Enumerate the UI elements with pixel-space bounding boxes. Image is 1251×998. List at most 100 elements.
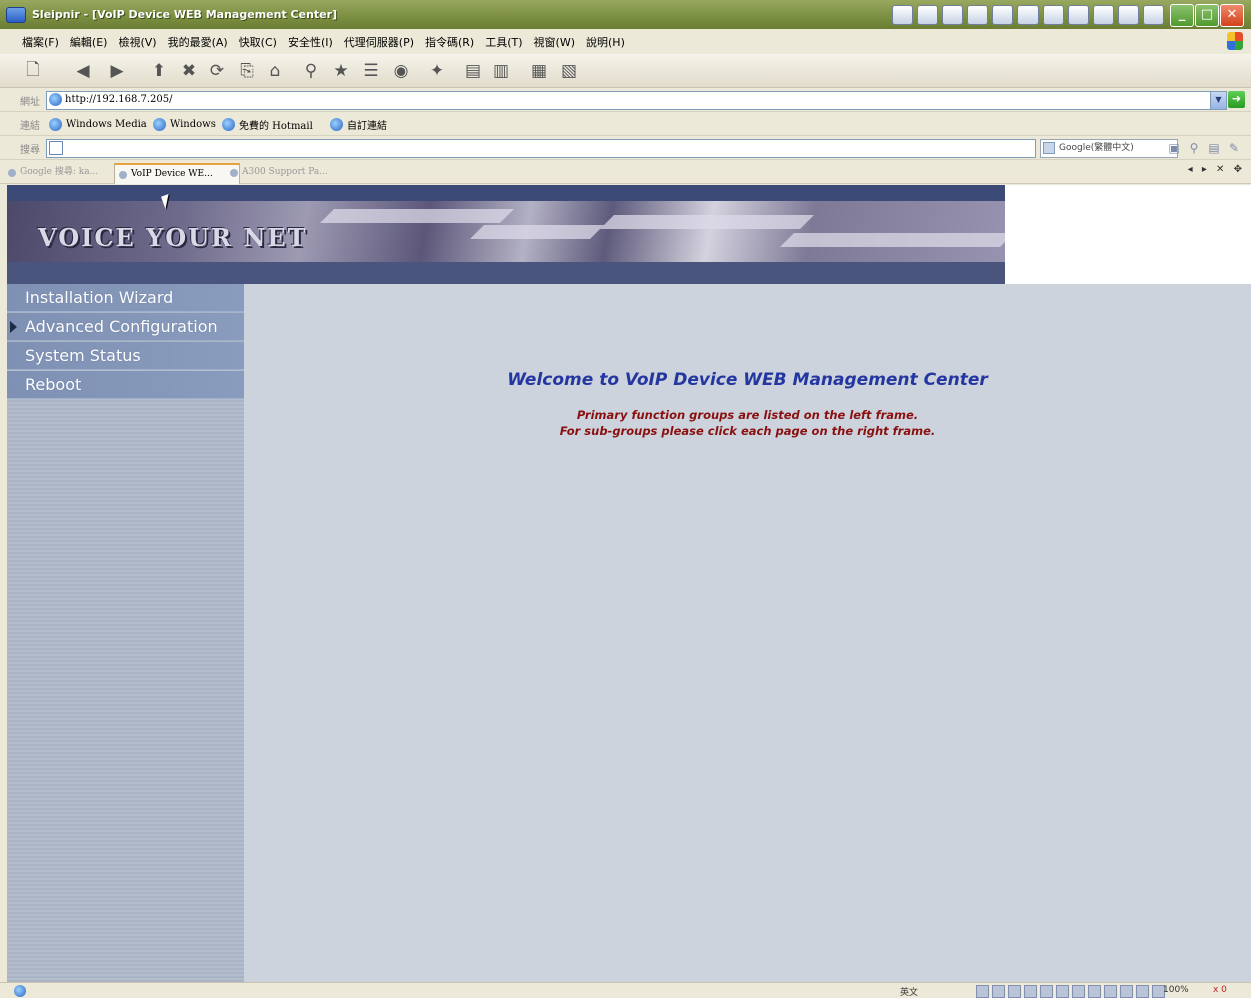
- tab-icon: [230, 169, 238, 177]
- menu-tools[interactable]: 工具(T): [485, 34, 522, 50]
- popup-block-icon[interactable]: ▦: [526, 58, 552, 84]
- tray-icon[interactable]: [967, 5, 989, 25]
- refresh-icon[interactable]: ⟳: [204, 58, 230, 84]
- add-favorite-icon[interactable]: ✦: [424, 58, 450, 84]
- status-tool-icon[interactable]: [1120, 985, 1133, 998]
- search-find-icon[interactable]: ⚲: [1186, 140, 1202, 156]
- tray-icon[interactable]: [992, 5, 1014, 25]
- tray-icon[interactable]: [1117, 5, 1139, 25]
- tray-icon[interactable]: [1042, 5, 1064, 25]
- link-custom[interactable]: 自訂連結: [330, 116, 387, 132]
- welcome-title: Welcome to VoIP Device WEB Management Ce…: [507, 370, 988, 390]
- link-hotmail[interactable]: 免費的 Hotmail: [222, 116, 313, 132]
- page-globe-icon: [49, 93, 62, 106]
- tray-icon[interactable]: [1092, 5, 1114, 25]
- nav-reboot[interactable]: Reboot: [7, 371, 244, 399]
- link-windows[interactable]: Windows: [153, 116, 216, 132]
- new-page-icon[interactable]: 🗋: [20, 58, 46, 84]
- tab-icon: [119, 171, 127, 179]
- back-icon[interactable]: ◀: [70, 58, 96, 84]
- nav-installation-wizard[interactable]: Installation Wizard: [7, 284, 244, 312]
- menu-view[interactable]: 檢視(V): [118, 34, 156, 50]
- status-tool-icon[interactable]: [1024, 985, 1037, 998]
- search-engine-select[interactable]: Google(繁體中文): [1040, 139, 1178, 158]
- up-icon[interactable]: ⬆: [146, 58, 172, 84]
- toolbar: 🗋 ◀ ▶ ⬆ ✖ ⟳ ⎘ ⌂ ⚲ ★ ☰ ◉ ✦ ▤ ▥ ▦ ▧: [0, 54, 1251, 88]
- address-input[interactable]: http://192.168.7.205/: [46, 91, 1216, 110]
- favorites-star-icon[interactable]: ★: [328, 58, 354, 84]
- link-label: 自訂連結: [347, 120, 387, 132]
- status-tool-icon[interactable]: [1056, 985, 1069, 998]
- nav-advanced-configuration[interactable]: Advanced Configuration: [7, 313, 244, 341]
- address-dropdown-icon[interactable]: ▼: [1210, 91, 1227, 110]
- status-tool-icon[interactable]: [1104, 985, 1117, 998]
- history-icon[interactable]: ☰: [358, 58, 384, 84]
- status-tool-icon[interactable]: [992, 985, 1005, 998]
- search-icon[interactable]: ⚲: [298, 58, 324, 84]
- status-errors[interactable]: x 0: [1213, 985, 1227, 995]
- address-label: 網址: [20, 97, 40, 108]
- search-highlight-icon[interactable]: ✎: [1226, 140, 1242, 156]
- search-bar: 搜尋 Google(繁體中文) ▣ ⚲ ▤ ✎: [0, 136, 1251, 160]
- tab-navigation[interactable]: ◂ ▸ ✕ ✥: [1188, 164, 1245, 175]
- status-tool-icon[interactable]: [1008, 985, 1021, 998]
- forward-icon[interactable]: ▶: [104, 58, 130, 84]
- link-label: Windows: [170, 118, 216, 130]
- home-icon[interactable]: ⌂: [262, 58, 288, 84]
- menu-cache[interactable]: 快取(C): [239, 34, 277, 50]
- minimize-button[interactable]: _: [1170, 4, 1194, 27]
- status-tool-icon[interactable]: [1136, 985, 1149, 998]
- banner-logo-text: VOICE YOUR NET: [38, 223, 308, 252]
- link-label: Windows Media: [66, 118, 147, 130]
- window-title: Sleipnir - [VoIP Device WEB Management C…: [32, 8, 338, 21]
- search-options-icon[interactable]: ▣: [1166, 140, 1182, 156]
- menu-edit[interactable]: 編輯(E): [70, 34, 108, 50]
- tab-a300-support[interactable]: A300 Support Pa...: [226, 163, 348, 182]
- media-icon[interactable]: ◉: [388, 58, 414, 84]
- welcome-line-2: For sub-groups please click each page on…: [559, 424, 936, 438]
- tray-icon[interactable]: [942, 5, 964, 25]
- menu-file[interactable]: 檔案(F): [22, 34, 59, 50]
- tray-icon[interactable]: [917, 5, 939, 25]
- link-globe-icon: [222, 117, 235, 131]
- tab-google-search[interactable]: Google 搜尋: ka...: [4, 163, 126, 182]
- selected-pointer-icon: [10, 321, 17, 333]
- search-page-icon[interactable]: ▤: [1206, 140, 1222, 156]
- nav-system-status[interactable]: System Status: [7, 342, 244, 370]
- tile-vertical-icon[interactable]: ▥: [488, 58, 514, 84]
- status-tool-icon[interactable]: [1040, 985, 1053, 998]
- page-viewport: VOICE YOUR NET Installation Wizard Advan…: [7, 185, 1251, 982]
- status-tool-icon[interactable]: [976, 985, 989, 998]
- tray-icon[interactable]: [892, 5, 914, 25]
- menu-security[interactable]: 安全性(I): [288, 34, 333, 50]
- mouse-cursor-icon: [161, 194, 173, 209]
- app-icon: [6, 6, 26, 23]
- stop-icon[interactable]: ✖: [176, 58, 202, 84]
- menu-help[interactable]: 說明(H): [586, 34, 625, 50]
- tray-icon[interactable]: [1067, 5, 1089, 25]
- status-tool-icon[interactable]: [1088, 985, 1101, 998]
- copy-icon[interactable]: ⎘: [234, 58, 260, 84]
- tab-bar: Google 搜尋: ka... VoIP Device WE... A300 …: [0, 160, 1251, 184]
- links-label: 連結: [20, 121, 40, 132]
- status-zoom[interactable]: 100%: [1163, 985, 1189, 995]
- tray-icon[interactable]: [1017, 5, 1039, 25]
- title-bar[interactable]: Sleipnir - [VoIP Device WEB Management C…: [0, 0, 1251, 29]
- maximize-button[interactable]: □: [1195, 4, 1219, 27]
- close-button[interactable]: ✕: [1220, 4, 1244, 27]
- tray-icon[interactable]: [1142, 5, 1165, 25]
- tab-voip-device[interactable]: VoIP Device WE...: [114, 163, 240, 184]
- link-windows-media[interactable]: Windows Media: [49, 116, 147, 132]
- menu-favorites[interactable]: 我的最愛(A): [168, 34, 228, 50]
- status-language[interactable]: 英文: [900, 985, 918, 998]
- status-tool-icon[interactable]: [1072, 985, 1085, 998]
- tab-icon: [8, 169, 16, 177]
- download-block-icon[interactable]: ▧: [556, 58, 582, 84]
- menu-window[interactable]: 視窗(W): [534, 34, 575, 50]
- menu-proxy[interactable]: 代理伺服器(P): [344, 34, 414, 50]
- tile-horizontal-icon[interactable]: ▤: [460, 58, 486, 84]
- menu-script[interactable]: 指令碼(R): [425, 34, 474, 50]
- go-button[interactable]: ➜: [1228, 91, 1245, 108]
- search-input[interactable]: [46, 139, 1036, 158]
- links-bar: 連結 Windows Media Windows 免費的 Hotmail 自訂連…: [0, 112, 1251, 136]
